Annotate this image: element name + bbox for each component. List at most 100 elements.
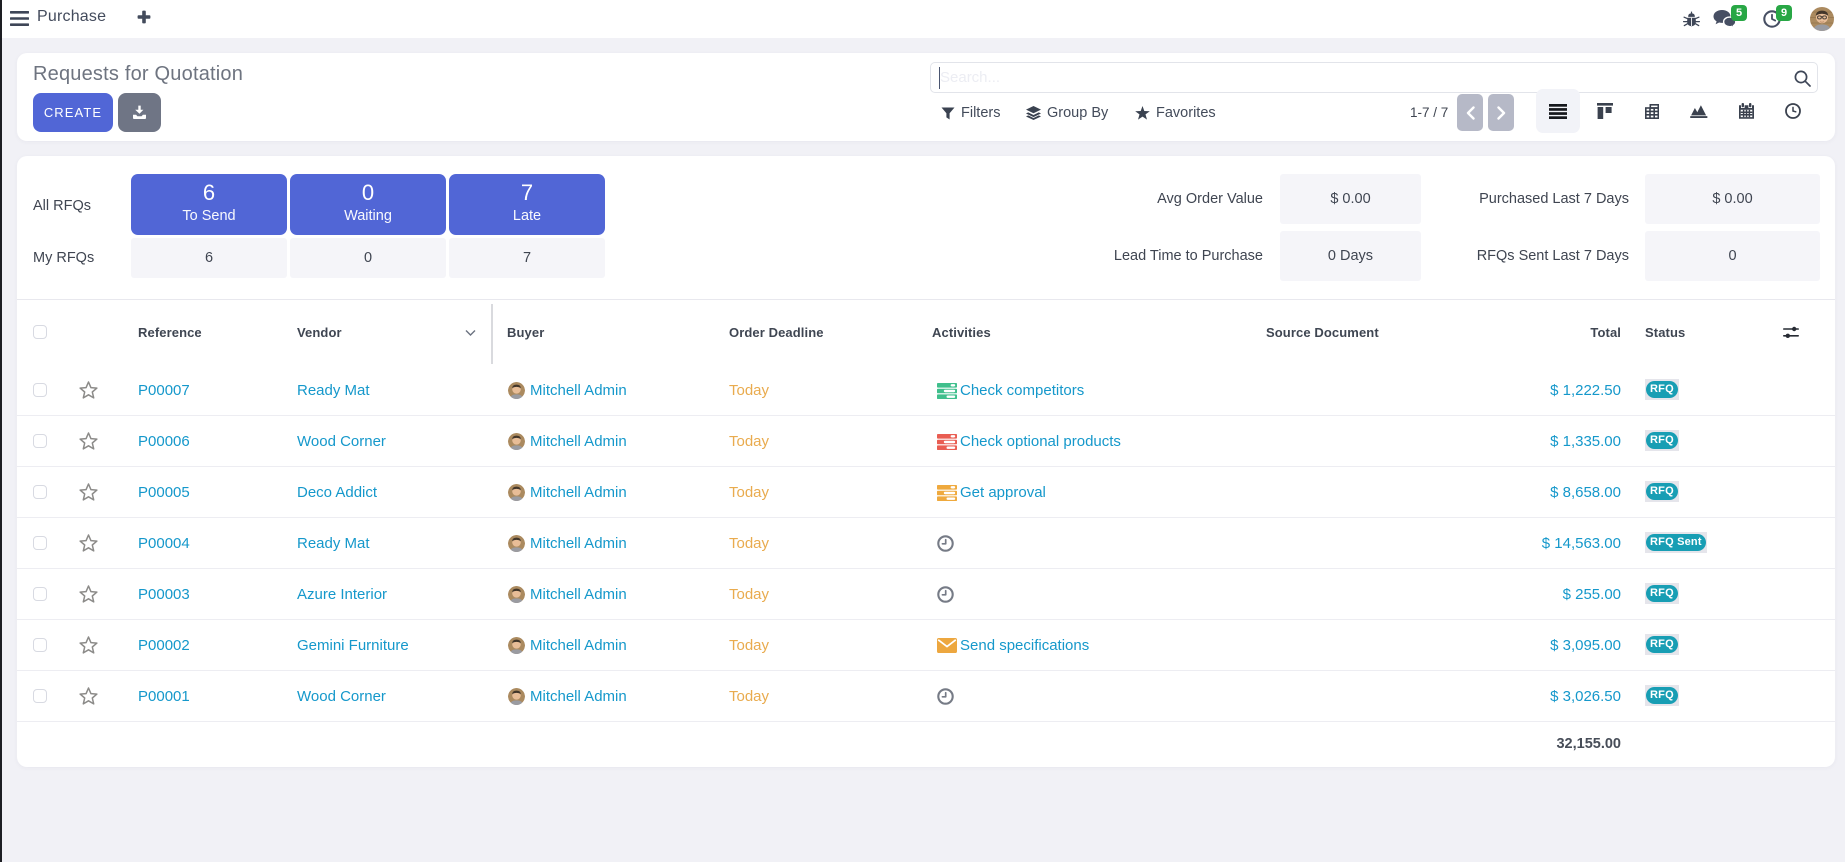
dash-card-late[interactable]: 7 Late xyxy=(449,174,605,235)
buyer-cell[interactable]: Mitchell Admin xyxy=(508,620,627,671)
favorite-star-icon[interactable] xyxy=(79,432,98,450)
pager-next-button[interactable] xyxy=(1488,94,1514,131)
dash-card-to-send[interactable]: 6 To Send xyxy=(131,174,287,235)
favorite-star-icon[interactable] xyxy=(79,585,98,603)
reference-link[interactable]: P00003 xyxy=(138,569,190,620)
activity-cell[interactable]: Check optional products xyxy=(937,416,1121,467)
graph-view-icon-button[interactable] xyxy=(1677,89,1721,133)
order-deadline-cell[interactable]: Today xyxy=(729,365,769,416)
my-waiting-cell[interactable]: 0 xyxy=(290,238,446,278)
select-all-checkbox[interactable] xyxy=(33,325,47,339)
buyer-cell[interactable]: Mitchell Admin xyxy=(508,518,627,569)
table-row[interactable]: P00003 Azure Interior Mitchell Admin Tod… xyxy=(17,569,1835,620)
column-header-source-document[interactable]: Source Document xyxy=(1266,300,1379,365)
bug-icon[interactable] xyxy=(1683,11,1700,28)
row-checkbox[interactable] xyxy=(33,689,47,703)
reference-link[interactable]: P00005 xyxy=(138,467,190,518)
vendor-link[interactable]: Ready Mat xyxy=(297,365,370,416)
table-row[interactable]: P00007 Ready Mat Mitchell Admin Today xyxy=(17,365,1835,416)
column-header-total[interactable]: Total xyxy=(1590,300,1621,365)
reference-link[interactable]: P00006 xyxy=(138,416,190,467)
activity-cell[interactable] xyxy=(937,569,957,620)
create-button[interactable]: CREATE xyxy=(33,93,113,132)
vendor-link[interactable]: Wood Corner xyxy=(297,671,386,722)
pager-range: 1-7 / 7 xyxy=(1410,95,1460,131)
row-checkbox[interactable] xyxy=(33,485,47,499)
column-header-vendor[interactable]: Vendor xyxy=(297,300,342,365)
reference-link[interactable]: P00002 xyxy=(138,620,190,671)
activity-view-icon-button[interactable] xyxy=(1771,89,1815,133)
activity-cell[interactable]: Send specifications xyxy=(937,620,1089,671)
buyer-cell[interactable]: Mitchell Admin xyxy=(508,671,627,722)
app-title[interactable]: Purchase xyxy=(37,8,106,26)
favorite-star-icon[interactable] xyxy=(79,381,98,399)
column-header-reference[interactable]: Reference xyxy=(138,300,202,365)
my-to-send-cell[interactable]: 6 xyxy=(131,238,287,278)
table-row[interactable]: P00004 Ready Mat Mitchell Admin Today xyxy=(17,518,1835,569)
table-row[interactable]: P00001 Wood Corner Mitchell Admin Today xyxy=(17,671,1835,722)
order-deadline-cell[interactable]: Today xyxy=(729,518,769,569)
reference-link[interactable]: P00007 xyxy=(138,365,190,416)
status-badge-bg: RFQ xyxy=(1645,379,1679,400)
menu-icon[interactable] xyxy=(10,11,29,26)
column-header-order-deadline[interactable]: Order Deadline xyxy=(729,300,824,365)
favorite-star-icon[interactable] xyxy=(79,483,98,501)
activity-cell[interactable] xyxy=(937,671,957,722)
row-checkbox[interactable] xyxy=(33,587,47,601)
plus-icon[interactable] xyxy=(136,9,152,25)
favorite-star-icon[interactable] xyxy=(79,534,98,552)
activity-cell[interactable]: Check competitors xyxy=(937,365,1084,416)
column-header-buyer[interactable]: Buyer xyxy=(507,300,544,365)
view-switch-pivot-button[interactable] xyxy=(1630,89,1674,133)
pager-previous-button[interactable] xyxy=(1457,94,1483,131)
buyer-cell[interactable]: Mitchell Admin xyxy=(508,416,627,467)
column-divider[interactable] xyxy=(491,304,493,364)
search-input[interactable] xyxy=(940,67,1780,88)
tasks-icon xyxy=(937,485,957,501)
vendor-link[interactable]: Azure Interior xyxy=(297,569,387,620)
buyer-cell[interactable]: Mitchell Admin xyxy=(508,467,627,518)
vendor-link[interactable]: Gemini Furniture xyxy=(297,620,409,671)
reference-link[interactable]: P00004 xyxy=(138,518,190,569)
filters-button[interactable]: Filters xyxy=(941,95,1000,131)
table-row[interactable]: P00002 Gemini Furniture Mitchell Admin T… xyxy=(17,620,1835,671)
order-deadline-cell[interactable]: Today xyxy=(729,620,769,671)
vendor-link[interactable]: Ready Mat xyxy=(297,518,370,569)
buyer-cell[interactable]: Mitchell Admin xyxy=(508,365,627,416)
view-switch-list-button[interactable] xyxy=(1536,89,1580,133)
vendor-link[interactable]: Wood Corner xyxy=(297,416,386,467)
column-header-activities[interactable]: Activities xyxy=(932,300,991,365)
group-by-button[interactable]: Group By xyxy=(1026,95,1108,131)
favorite-star-icon[interactable] xyxy=(79,687,98,705)
favorite-star-icon[interactable] xyxy=(79,636,98,654)
avatar[interactable] xyxy=(1810,7,1834,31)
order-deadline-cell[interactable]: Today xyxy=(729,416,769,467)
vendor-link[interactable]: Deco Addict xyxy=(297,467,377,518)
column-header-status[interactable]: Status xyxy=(1645,300,1685,365)
row-checkbox[interactable] xyxy=(33,536,47,550)
table-row[interactable]: P00005 Deco Addict Mitchell Admin Today xyxy=(17,467,1835,518)
dash-card-waiting[interactable]: 0 Waiting xyxy=(290,174,446,235)
buyer-cell[interactable]: Mitchell Admin xyxy=(508,569,627,620)
table-row[interactable]: P00006 Wood Corner Mitchell Admin Today xyxy=(17,416,1835,467)
messages-badge[interactable]: 5 xyxy=(1731,5,1747,21)
order-deadline-cell[interactable]: Today xyxy=(729,671,769,722)
chevron-down-icon[interactable] xyxy=(465,329,476,337)
graph-view-icon xyxy=(1690,103,1708,119)
activity-cell[interactable] xyxy=(937,518,957,569)
row-checkbox[interactable] xyxy=(33,434,47,448)
export-button[interactable] xyxy=(118,93,161,132)
order-deadline-cell[interactable]: Today xyxy=(729,569,769,620)
row-checkbox[interactable] xyxy=(33,638,47,652)
view-switch-kanban-button[interactable] xyxy=(1583,89,1627,133)
activity-cell[interactable]: Get approval xyxy=(937,467,1046,518)
my-late-cell[interactable]: 7 xyxy=(449,238,605,278)
row-checkbox[interactable] xyxy=(33,383,47,397)
favorites-button[interactable]: Favorites xyxy=(1135,95,1216,131)
calendar-view-icon-button[interactable] xyxy=(1724,89,1768,133)
search-icon[interactable] xyxy=(1794,70,1811,87)
reference-link[interactable]: P00001 xyxy=(138,671,190,722)
activities-badge[interactable]: 9 xyxy=(1776,5,1792,21)
optional-columns-icon[interactable] xyxy=(1783,325,1799,340)
order-deadline-cell[interactable]: Today xyxy=(729,467,769,518)
